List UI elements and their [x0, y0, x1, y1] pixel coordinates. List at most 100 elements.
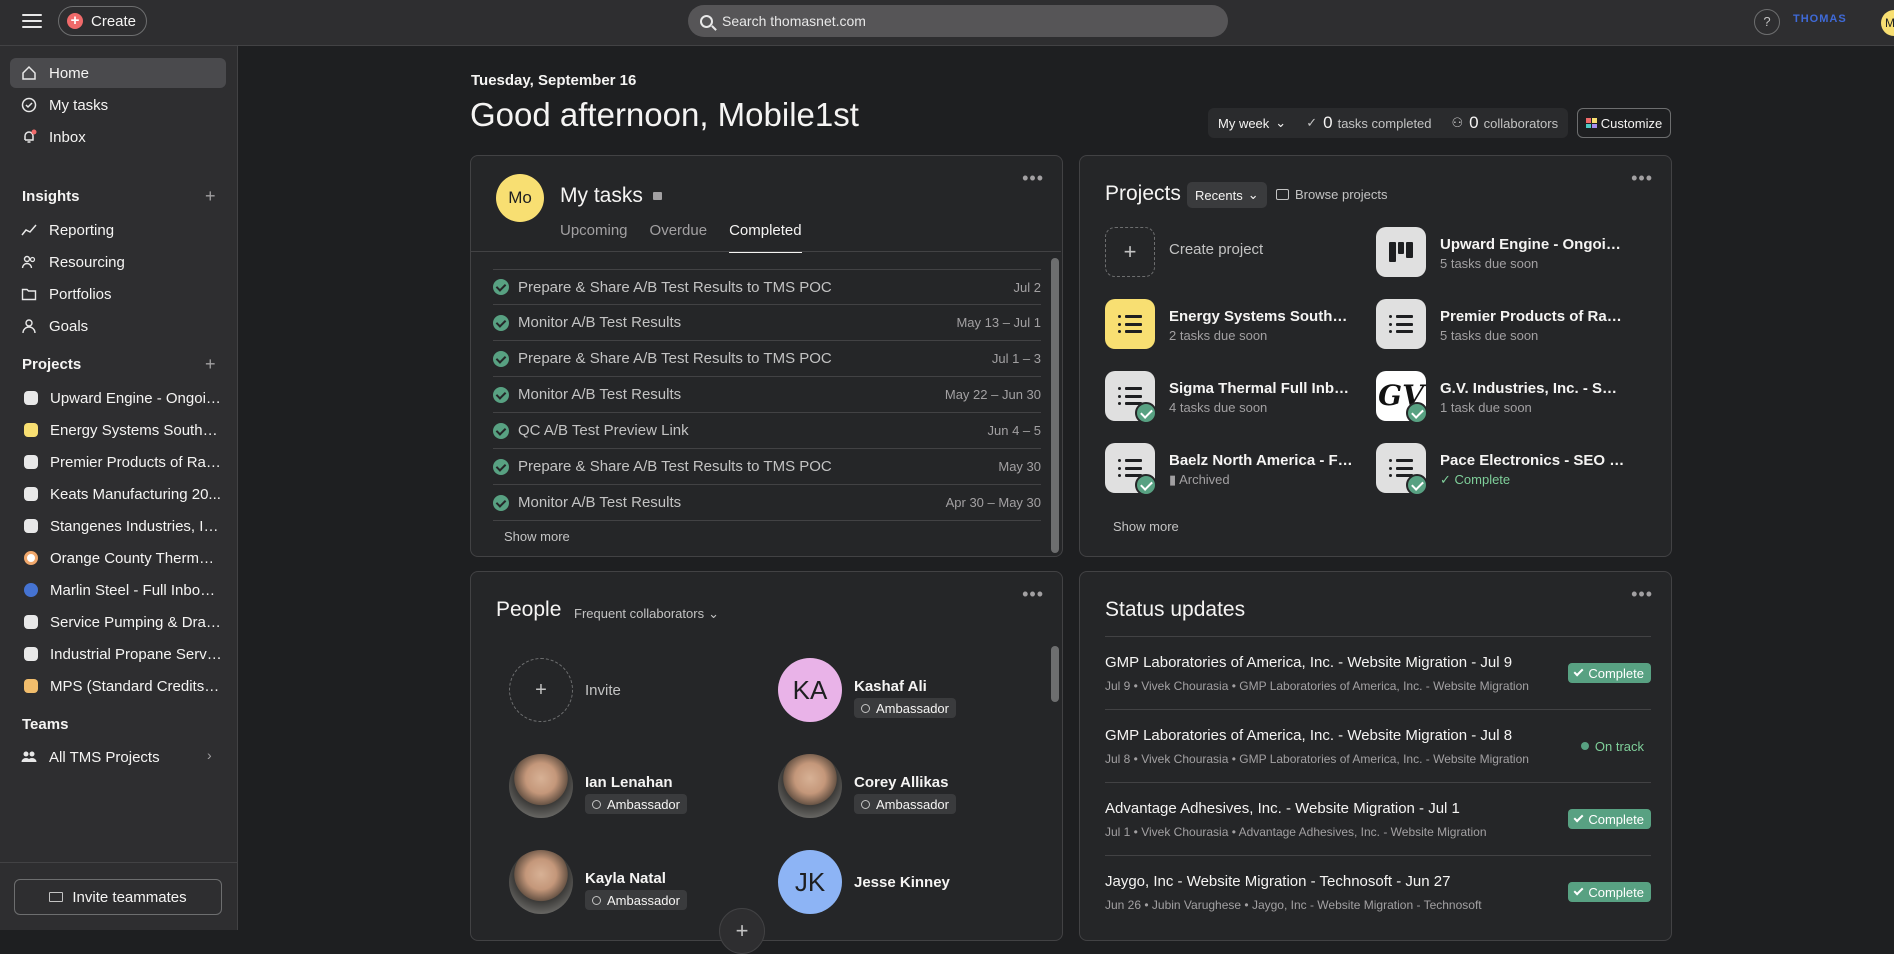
status-update-row[interactable]: Jaygo, Inc - Website Migration - Technos…: [1105, 855, 1651, 928]
status-updates-title[interactable]: Status updates: [1105, 598, 1245, 622]
more-options-icon[interactable]: •••: [1022, 168, 1044, 189]
completed-check-icon[interactable]: [493, 458, 509, 475]
scrollbar[interactable]: [1051, 258, 1059, 553]
projects-title[interactable]: Projects: [1105, 182, 1181, 206]
task-row[interactable]: Prepare & Share A/B Test Results to TMS …: [493, 449, 1041, 485]
more-options-icon[interactable]: •••: [1631, 584, 1653, 605]
my-tasks-title[interactable]: My tasks: [560, 184, 662, 208]
sidebar-project[interactable]: Service Pumping & Drain...: [10, 607, 226, 637]
completed-check-icon[interactable]: [493, 350, 509, 367]
sidebar-project[interactable]: Stangenes Industries, In...: [10, 511, 226, 541]
sidebar-item-my-tasks[interactable]: My tasks: [10, 90, 226, 120]
status-update-row[interactable]: Advantage Adhesives, Inc. - Website Migr…: [1105, 782, 1651, 855]
project-tile[interactable]: Premier Products of Raci... 5 tasks due …: [1376, 294, 1646, 354]
status-update-row[interactable]: GMP Laboratories of America, Inc. - Webs…: [1105, 709, 1651, 782]
chevron-right-icon[interactable]: ›: [207, 747, 212, 763]
help-button[interactable]: ?: [1754, 9, 1780, 35]
status-update-title: Advantage Adhesives, Inc. - Website Migr…: [1105, 800, 1460, 817]
project-tile[interactable]: Sigma Thermal Full Inbou... 4 tasks due …: [1105, 366, 1375, 426]
person-name: Jesse Kinney: [854, 874, 950, 891]
insights-heading[interactable]: Insights: [22, 188, 80, 205]
collaborators-count: 0: [1469, 113, 1479, 132]
show-more-link[interactable]: Show more: [504, 529, 570, 544]
status-updates-widget: Status updates ••• GMP Laboratories of A…: [1079, 571, 1672, 941]
projects-heading[interactable]: Projects: [22, 356, 81, 373]
complete-badge-icon: [1406, 474, 1428, 496]
tab-overdue[interactable]: Overdue: [650, 222, 708, 253]
search-input[interactable]: Search thomasnet.com: [688, 5, 1228, 37]
show-more-link[interactable]: Show more: [1113, 519, 1179, 534]
sidebar-project[interactable]: Premier Products of Raci...: [10, 447, 226, 477]
teams-heading[interactable]: Teams: [22, 716, 68, 733]
more-options-icon[interactable]: •••: [1631, 168, 1653, 189]
person-tile[interactable]: Ian Lenahan Ambassador: [509, 754, 759, 820]
scrollbar[interactable]: [1051, 646, 1059, 702]
tab-completed[interactable]: Completed: [729, 222, 802, 253]
task-row[interactable]: QC A/B Test Preview Link Jun 4 – 5: [493, 413, 1041, 449]
sidebar-item-resourcing[interactable]: Resourcing: [10, 247, 226, 277]
ambassador-icon: [861, 799, 870, 809]
task-row[interactable]: Monitor A/B Test Results Apr 30 – May 30: [493, 485, 1041, 521]
sidebar-item-portfolios[interactable]: Portfolios: [10, 279, 226, 309]
sidebar-item-goals[interactable]: Goals: [10, 311, 226, 341]
task-name: Prepare & Share A/B Test Results to TMS …: [518, 458, 832, 475]
invite-label: Invite teammates: [72, 888, 187, 906]
task-row[interactable]: Prepare & Share A/B Test Results to TMS …: [493, 341, 1041, 377]
create-button[interactable]: + Create: [58, 6, 147, 36]
sidebar-project[interactable]: Marlin Steel - Full Inboun...: [10, 575, 226, 605]
more-options-icon[interactable]: •••: [1022, 584, 1044, 605]
sidebar-project[interactable]: Upward Engine - Ongoin...: [10, 383, 226, 413]
person-tile[interactable]: Corey Allikas Ambassador: [778, 754, 1028, 820]
invite-teammates-button[interactable]: Invite teammates: [14, 879, 222, 915]
avatar-photo: [509, 850, 573, 914]
completed-check-icon[interactable]: [493, 386, 509, 403]
browse-projects-link[interactable]: Browse projects: [1276, 187, 1387, 202]
sidebar-project[interactable]: Keats Manufacturing 20...: [10, 479, 226, 509]
sidebar-project[interactable]: Orange County Thermal ...: [10, 543, 226, 573]
search-placeholder: Search thomasnet.com: [722, 13, 866, 29]
lock-icon: [652, 192, 662, 200]
sidebar-project[interactable]: Energy Systems Southea...: [10, 415, 226, 445]
project-tile[interactable]: Pace Electronics - SEO Pr... ✓ Complete: [1376, 438, 1646, 498]
complete-badge-icon: [1135, 474, 1157, 496]
frequent-collaborators-dropdown[interactable]: Frequent collaborators ⌄: [574, 606, 719, 622]
sidebar-project[interactable]: Industrial Propane Servi...: [10, 639, 226, 669]
completed-check-icon[interactable]: [493, 314, 509, 331]
user-avatar[interactable]: M: [1881, 10, 1894, 36]
recents-dropdown[interactable]: Recents ⌄: [1187, 182, 1267, 208]
person-tile[interactable]: JK Jesse Kinney: [778, 850, 1028, 916]
add-insight-icon[interactable]: +: [205, 186, 216, 207]
task-name: QC A/B Test Preview Link: [518, 422, 689, 439]
sidebar-item-home[interactable]: Home: [10, 58, 226, 88]
task-row[interactable]: Monitor A/B Test Results May 13 – Jul 1: [493, 305, 1041, 341]
sidebar-item-reporting[interactable]: Reporting: [10, 215, 226, 245]
sidebar-item-team[interactable]: All TMS Projects: [10, 742, 226, 772]
status-update-list: GMP Laboratories of America, Inc. - Webs…: [1105, 636, 1651, 928]
completed-check-icon[interactable]: [493, 422, 509, 439]
project-name: Sigma Thermal Full Inbou...: [1169, 380, 1354, 397]
project-tile[interactable]: GV G.V. Industries, Inc. - SEO... 1 task…: [1376, 366, 1646, 426]
project-tile[interactable]: Energy Systems Southea... 2 tasks due so…: [1105, 294, 1375, 354]
my-week-dropdown[interactable]: My week ⌄: [1208, 108, 1297, 138]
tab-upcoming[interactable]: Upcoming: [560, 222, 628, 253]
sidebar-project[interactable]: MPS (Standard Credits P...: [10, 671, 226, 701]
create-project-tile[interactable]: + Create project: [1105, 222, 1375, 282]
customize-button[interactable]: Customize: [1577, 108, 1671, 138]
project-tile[interactable]: Baelz North America - Ful... ▮ Archived: [1105, 438, 1375, 498]
add-widget-button[interactable]: +: [719, 908, 765, 954]
project-color-swatch: [24, 647, 38, 661]
menu-icon[interactable]: [20, 11, 44, 31]
sidebar-item-inbox[interactable]: Inbox: [10, 122, 226, 152]
invite-person-tile[interactable]: + Invite: [509, 658, 759, 724]
task-row[interactable]: Monitor A/B Test Results May 22 – Jun 30: [493, 377, 1041, 413]
person-tile[interactable]: KA Kashaf Ali Ambassador: [778, 658, 1028, 724]
completed-check-icon[interactable]: [493, 494, 509, 511]
task-row[interactable]: Prepare & Share A/B Test Results to TMS …: [493, 269, 1041, 305]
status-update-row[interactable]: GMP Laboratories of America, Inc. - Webs…: [1105, 636, 1651, 709]
person-tile[interactable]: Kayla Natal Ambassador: [509, 850, 759, 916]
people-title[interactable]: People: [496, 598, 561, 622]
completed-check-icon[interactable]: [493, 279, 509, 295]
avatar[interactable]: Mo: [496, 174, 544, 222]
add-project-icon[interactable]: +: [205, 354, 216, 375]
project-tile[interactable]: Upward Engine - Ongoing... 5 tasks due s…: [1376, 222, 1646, 282]
